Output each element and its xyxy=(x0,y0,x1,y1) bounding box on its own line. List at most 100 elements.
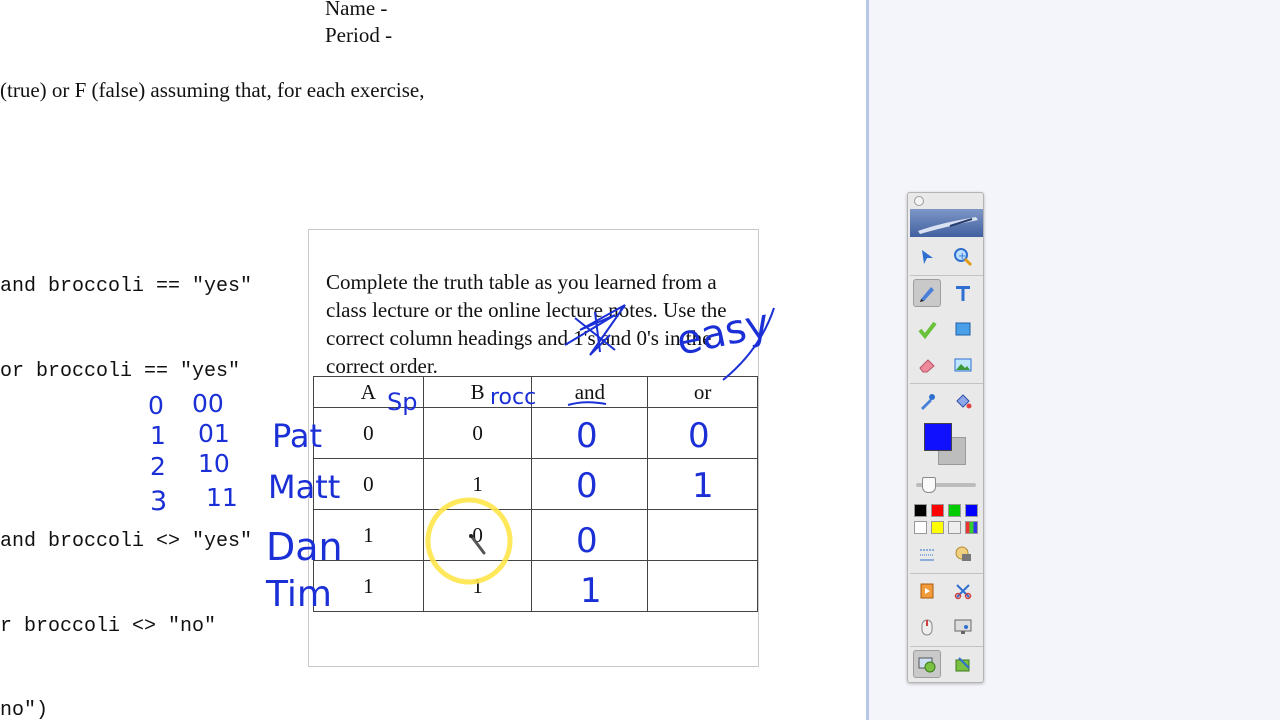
toolbar-divider xyxy=(910,646,983,647)
code-line: r broccoli <> "no" xyxy=(0,615,217,638)
code-line: or broccoli == "yes" xyxy=(0,360,241,383)
toolbar-divider xyxy=(910,573,983,574)
table-cell: 0 xyxy=(422,407,533,459)
table-cell: 0 xyxy=(422,509,533,561)
fill-tool-button[interactable] xyxy=(949,387,977,415)
palette-color-none[interactable] xyxy=(948,521,961,534)
line-style-button[interactable] xyxy=(913,540,941,568)
table-cell: 1 xyxy=(313,560,424,612)
handwritten-count: 3 xyxy=(150,486,167,517)
shadow-icon xyxy=(955,546,971,561)
table-cell: 1 xyxy=(422,560,533,612)
picture-icon xyxy=(954,358,972,372)
text-icon xyxy=(956,286,970,301)
opacity-slider[interactable] xyxy=(916,477,976,493)
brush-icon xyxy=(918,217,978,234)
table-cell[interactable] xyxy=(647,509,758,561)
table-cell[interactable] xyxy=(647,407,758,459)
monitor-icon xyxy=(954,619,972,634)
draw-mode-icon xyxy=(955,657,970,672)
handwritten-binary: 01 xyxy=(198,419,230,448)
highlighter-icon xyxy=(918,321,937,339)
handwritten-count: 0 xyxy=(148,391,164,420)
shadow-button[interactable] xyxy=(949,540,977,568)
truth-table-popup: Complete the truth table as you learned … xyxy=(308,229,759,667)
table-row: 1 1 xyxy=(313,560,758,612)
popup-instructions: Complete the truth table as you learned … xyxy=(326,270,727,378)
line-style-icon xyxy=(920,549,934,561)
toolbar-divider xyxy=(910,383,983,384)
table-row: 0 0 xyxy=(313,407,758,459)
code-line: no") xyxy=(0,699,49,720)
column-header-and: and xyxy=(531,376,649,408)
column-header-a: A xyxy=(313,376,424,408)
draw-mode-button[interactable] xyxy=(949,650,977,678)
overlay-mode-button[interactable] xyxy=(913,650,941,678)
select-tool-button[interactable] xyxy=(913,243,941,271)
annotation-toolbar: + xyxy=(907,192,984,683)
table-cell[interactable] xyxy=(531,458,649,510)
code-line: and broccoli <> "yes" xyxy=(0,530,253,553)
toolbar-close-button[interactable] xyxy=(914,196,924,206)
highlighter-tool-button[interactable] xyxy=(913,315,941,343)
mouse-mode-button[interactable] xyxy=(913,613,941,641)
zoom-tool-button[interactable]: + xyxy=(949,243,977,271)
opacity-slider-thumb[interactable] xyxy=(922,477,936,493)
code-line: and broccoli == "yes" xyxy=(0,275,253,298)
table-cell: 1 xyxy=(422,458,533,510)
toolbar-header[interactable] xyxy=(910,209,983,237)
table-cell[interactable] xyxy=(647,458,758,510)
arrow-pointer-icon xyxy=(922,250,933,264)
handwritten-binary: 00 xyxy=(192,389,224,418)
palette-color-yellow[interactable] xyxy=(931,521,944,534)
handwritten-count: 2 xyxy=(150,452,166,481)
instruction-text: (true) or F (false) assuming that, for e… xyxy=(0,78,425,102)
handwritten-count: 1 xyxy=(150,421,166,450)
table-cell: 1 xyxy=(313,509,424,561)
paint-bucket-icon xyxy=(956,394,972,409)
eraser-icon xyxy=(919,359,935,373)
palette-color-white[interactable] xyxy=(914,521,927,534)
table-cell: 0 xyxy=(313,407,424,459)
table-cell[interactable] xyxy=(531,509,649,561)
eyedropper-tool-button[interactable] xyxy=(913,387,941,415)
table-row: 1 0 xyxy=(313,509,758,561)
document-page: Name - Period - (true) or F (false) assu… xyxy=(0,0,866,720)
truth-table: A B and or 0 0 0 1 1 0 1 1 xyxy=(313,376,758,612)
name-label: Name - xyxy=(325,0,388,20)
magnifier-icon: + xyxy=(954,248,973,267)
current-color-swatch[interactable] xyxy=(924,423,970,469)
pen-tool-button[interactable] xyxy=(913,279,941,307)
palette-color-green[interactable] xyxy=(948,504,961,517)
svg-text:+: + xyxy=(958,251,966,262)
text-tool-button[interactable] xyxy=(949,279,977,307)
shape-tool-button[interactable] xyxy=(949,315,977,343)
palette-color-red[interactable] xyxy=(931,504,944,517)
clear-button[interactable] xyxy=(949,577,977,605)
table-cell: 0 xyxy=(313,458,424,510)
image-tool-button[interactable] xyxy=(949,351,977,379)
overlay-icon xyxy=(918,657,936,673)
period-label: Period - xyxy=(325,23,393,47)
film-icon xyxy=(920,583,934,599)
palette-color-blue[interactable] xyxy=(965,504,978,517)
screen-mode-button[interactable] xyxy=(949,613,977,641)
scissors-icon xyxy=(954,584,972,600)
table-cell[interactable] xyxy=(531,407,649,459)
rectangle-icon xyxy=(955,322,971,336)
table-row: 0 1 xyxy=(313,458,758,510)
table-header-row: A B and or xyxy=(313,376,758,408)
table-cell[interactable] xyxy=(531,560,649,612)
table-cell[interactable] xyxy=(647,560,758,612)
capture-button[interactable] xyxy=(913,577,941,605)
eraser-tool-button[interactable] xyxy=(913,351,941,379)
mouse-icon xyxy=(921,619,933,636)
eyedropper-icon xyxy=(921,394,935,410)
handwritten-binary: 10 xyxy=(198,449,230,478)
pen-icon xyxy=(920,287,934,302)
column-header-b: B xyxy=(422,376,533,408)
palette-color-black[interactable] xyxy=(914,504,927,517)
palette-color-custom[interactable] xyxy=(965,521,978,534)
handwritten-binary: 11 xyxy=(206,483,238,512)
color-palette xyxy=(914,504,980,538)
